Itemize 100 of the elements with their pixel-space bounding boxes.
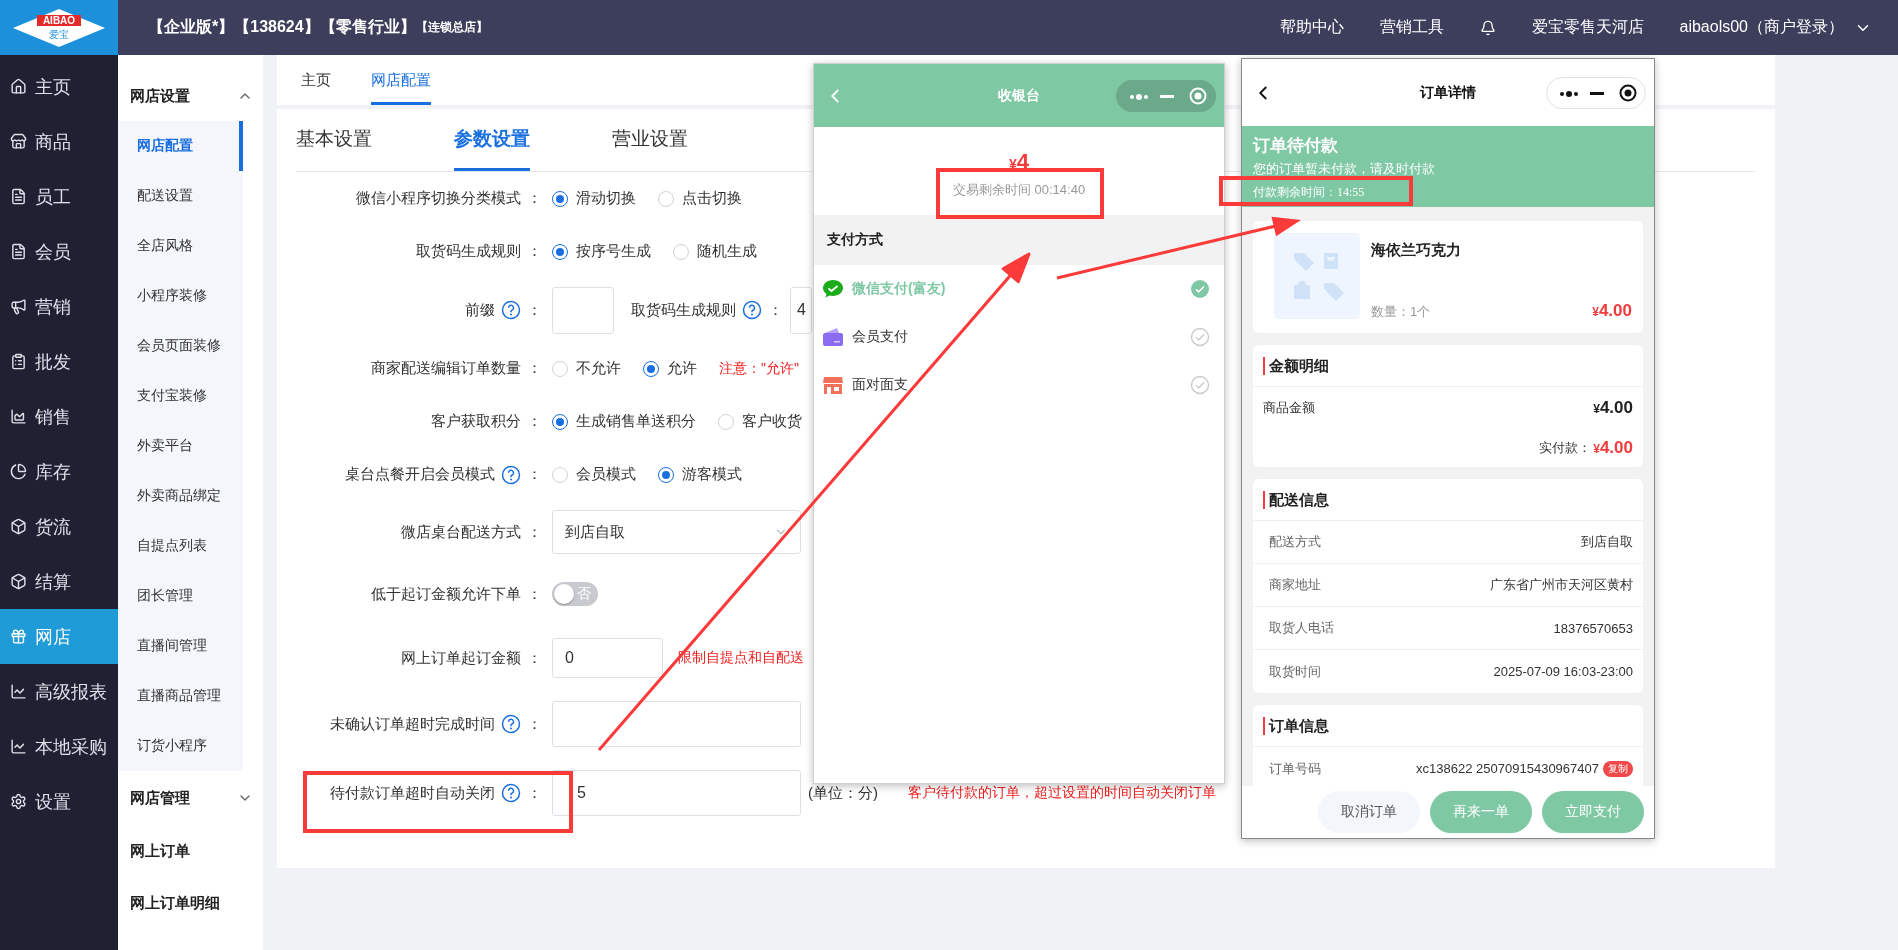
row-label: 订单号码	[1269, 759, 1321, 778]
menu-link[interactable]: 网上订单	[118, 825, 263, 877]
radio-label: 点击切换	[682, 189, 742, 208]
pie-chart-icon	[10, 463, 27, 480]
label-colon: ：	[527, 522, 542, 542]
input-field[interactable]	[552, 701, 801, 747]
document-icon	[10, 243, 27, 260]
nav-item[interactable]: 高级报表	[0, 664, 118, 719]
radio-option[interactable]: 不允许	[552, 359, 621, 378]
radio-option[interactable]: 点击切换	[658, 189, 742, 208]
row-value: 2025-07-09 16:03-23:00	[1493, 664, 1633, 679]
menu-group[interactable]: 网店管理	[118, 771, 263, 825]
submenu-item[interactable]: 支付宝装修	[118, 371, 243, 421]
settings-tab[interactable]: 基本设置	[296, 109, 372, 171]
radio-option[interactable]: 游客模式	[658, 465, 742, 484]
help-icon[interactable]	[501, 300, 521, 320]
clipboard-icon	[10, 353, 27, 370]
top-link[interactable]: 帮助中心	[1279, 17, 1344, 38]
hint-note: 客户待付款的订单，超过设置的时间自动关闭订单	[908, 784, 1216, 802]
store-type-tag: 【连锁总店】	[415, 19, 488, 36]
box-icon	[10, 573, 27, 590]
payment-method[interactable]: 会员支付	[814, 313, 1224, 361]
submenu-item[interactable]: 网店配置	[118, 121, 243, 171]
radio-option[interactable]: 随机生成	[673, 242, 757, 261]
page-tab[interactable]: 主页	[301, 55, 331, 105]
card-title: 配送信息	[1263, 490, 1329, 509]
radio-label: 不允许	[576, 359, 621, 378]
nav-item[interactable]: 货流	[0, 499, 118, 554]
mini-program-capsule[interactable]	[1546, 76, 1646, 109]
nav-item[interactable]: 结算	[0, 554, 118, 609]
submenu-item[interactable]: 直播间管理	[118, 621, 243, 671]
countdown-text: 付款剩余时间：14:55	[1253, 184, 1366, 201]
line-chart-icon	[10, 738, 27, 755]
product-price: ¥4.00	[1592, 301, 1632, 321]
area-chart-icon	[10, 408, 27, 425]
menu-link[interactable]: 网上订单明细	[118, 877, 263, 929]
submenu-item[interactable]: 小程序装修	[118, 271, 243, 321]
gift-icon	[10, 628, 27, 645]
submenu-item[interactable]: 外卖商品绑定	[118, 471, 243, 521]
help-icon[interactable]	[501, 783, 521, 803]
action-button[interactable]: 取消订单	[1318, 791, 1420, 833]
prefix-field[interactable]	[552, 286, 614, 334]
nav-item[interactable]: 员工	[0, 169, 118, 224]
close-target-icon[interactable]	[1619, 83, 1637, 102]
input-field[interactable]: 0	[552, 638, 663, 678]
nav-item[interactable]: 商品	[0, 114, 118, 169]
store-name[interactable]: 爱宝零售天河店	[1531, 17, 1644, 38]
radio-option[interactable]: 按序号生成	[552, 242, 651, 261]
field-label: 网上订单起订金额	[401, 648, 521, 668]
radio-option[interactable]: 允许	[643, 359, 697, 378]
settings-tab[interactable]: 营业设置	[612, 109, 688, 171]
label-colon: ：	[527, 465, 542, 484]
copy-button[interactable]: 复制	[1603, 760, 1633, 777]
submenu-item[interactable]: 自提点列表	[118, 521, 243, 571]
input-field[interactable]: 5	[552, 770, 801, 816]
submenu-item[interactable]: 团长管理	[118, 571, 243, 621]
nav-item[interactable]: 销售	[0, 389, 118, 444]
submenu-item[interactable]: 订货小程序	[118, 721, 243, 771]
label-colon: ：	[768, 300, 783, 320]
submenu-item[interactable]: 全店风格	[118, 221, 243, 271]
top-link[interactable]: 营销工具	[1379, 17, 1444, 38]
help-icon[interactable]	[501, 714, 521, 734]
submenu-item[interactable]: 直播商品管理	[118, 671, 243, 721]
delivery-select[interactable]: 到店自取	[552, 510, 801, 554]
radio-option[interactable]: 滑动切换	[552, 189, 636, 208]
radio-option[interactable]: 生成销售单送积分	[552, 412, 696, 431]
minimize-icon[interactable]	[1590, 91, 1604, 96]
page-tab[interactable]: 网店配置	[371, 55, 431, 105]
help-icon[interactable]	[742, 300, 762, 320]
submenu-item[interactable]: 外卖平台	[118, 421, 243, 471]
menu-group[interactable]: 网店设置	[118, 71, 263, 121]
checked-icon[interactable]	[1190, 279, 1210, 299]
help-icon[interactable]	[501, 464, 521, 485]
row-value: ¥4.00	[1593, 398, 1633, 418]
row-value: 广东省广州市天河区黄村	[1490, 576, 1633, 594]
bell-icon[interactable]	[1479, 19, 1496, 36]
user-menu[interactable]: aibaols00（商户登录）	[1679, 17, 1844, 38]
submenu-item[interactable]: 配送设置	[118, 171, 243, 221]
radio-option[interactable]: 客户收货	[718, 412, 802, 431]
nav-item[interactable]: 设置	[0, 774, 118, 829]
settings-tab[interactable]: 参数设置	[454, 109, 530, 171]
paid-amount: ¥4.00	[1593, 438, 1633, 458]
radio-label: 按序号生成	[576, 242, 651, 261]
unchecked-icon[interactable]	[1190, 327, 1210, 347]
nav-item[interactable]: 库存	[0, 444, 118, 499]
nav-item[interactable]: 本地采购	[0, 719, 118, 774]
row-label: 商家地址	[1269, 576, 1321, 594]
nav-item[interactable]: 营销	[0, 279, 118, 334]
field-label: 取货码生成规则	[416, 242, 521, 261]
row-label: 配送方式	[1269, 533, 1321, 551]
nav-item[interactable]: 会员	[0, 224, 118, 279]
rule-field[interactable]: 4	[790, 286, 812, 334]
megaphone-icon	[10, 298, 27, 315]
radio-option[interactable]: 会员模式	[552, 465, 636, 484]
field-label: 商家配送编辑订单数量	[371, 359, 521, 378]
unchecked-icon[interactable]	[1190, 375, 1210, 395]
more-icon[interactable]	[1559, 89, 1579, 98]
submenu-item[interactable]: 会员页面装修	[118, 321, 243, 371]
nav-item[interactable]: 主页	[0, 59, 118, 114]
nav-item[interactable]: 批发	[0, 334, 118, 389]
